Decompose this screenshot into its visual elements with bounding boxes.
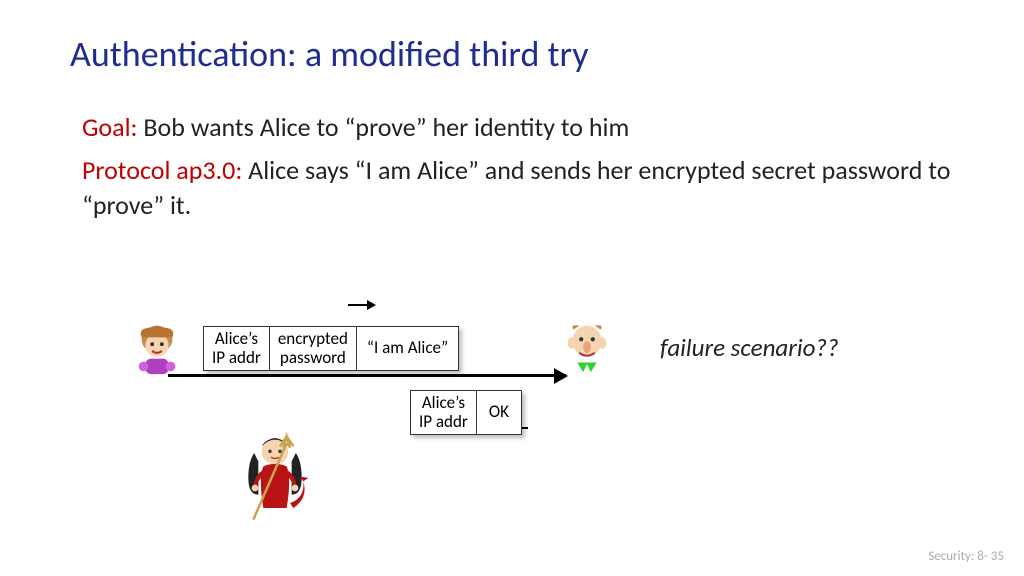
protocol-line: Protocol ap3.0: Alice says “I am Alice” …: [82, 153, 952, 223]
packet-cell: encryptedpassword: [270, 327, 357, 370]
goal-line: Goal: Bob wants Alice to “prove” her ide…: [82, 110, 952, 145]
goal-text: Bob wants Alice to “prove” her identity …: [138, 111, 630, 143]
slide-title: Authentication: a modified third try: [70, 32, 589, 76]
trudy-icon: [240, 428, 310, 528]
slide-footer: Security: 8- 35: [928, 549, 1004, 564]
failure-text: failure scenario??: [660, 332, 839, 363]
packet-request: Alice’sIP addr encryptedpassword “I am A…: [203, 326, 459, 371]
protocol-diagram: Alice’sIP addr encryptedpassword “I am A…: [128, 296, 608, 546]
message-arrow-right: [168, 374, 566, 377]
direction-arrow-right: [348, 304, 374, 306]
goal-label: Goal:: [82, 111, 138, 143]
packet-cell: Alice’sIP addr: [204, 327, 270, 370]
packet-cell: OK: [477, 391, 521, 434]
packet-cell: Alice’sIP addr: [411, 391, 477, 434]
packet-response: Alice’sIP addr OK: [410, 390, 522, 435]
packet-cell: “I am Alice”: [357, 327, 458, 370]
slide-body: Goal: Bob wants Alice to “prove” her ide…: [82, 110, 952, 223]
protocol-label: Protocol ap3.0:: [82, 154, 242, 186]
alice-icon: [128, 320, 186, 378]
